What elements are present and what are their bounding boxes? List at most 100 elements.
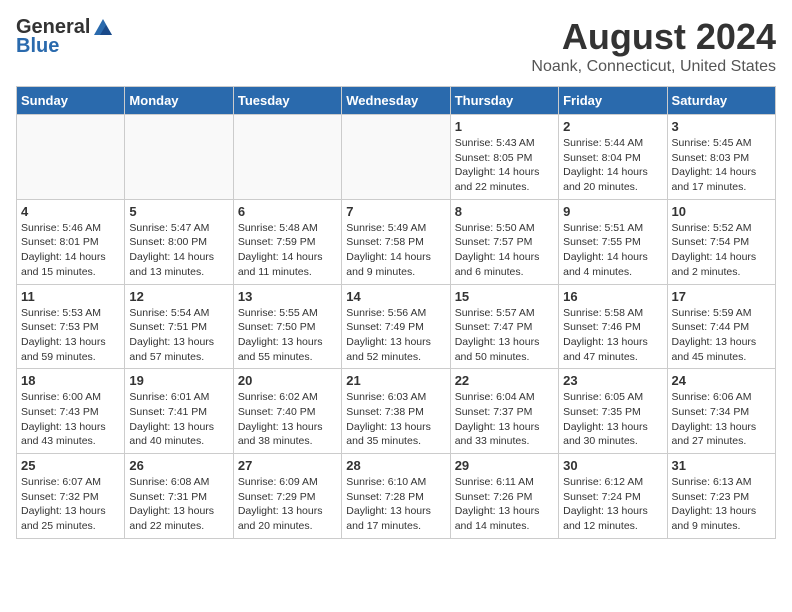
- calendar-cell: 11 Sunrise: 5:53 AM Sunset: 7:53 PM Dayli…: [17, 284, 125, 369]
- day-number: 1: [455, 119, 554, 134]
- day-number: 25: [21, 458, 120, 473]
- day-info: Sunrise: 5:52 AM Sunset: 7:54 PM Dayligh…: [672, 221, 771, 280]
- calendar-cell: 24Sunrise: 6:06 AM Sunset: 7:34 PM Dayli…: [667, 369, 775, 454]
- calendar-cell: 25 Sunrise: 6:07 AM Sunset: 7:32 PM Dayli…: [17, 454, 125, 539]
- day-number: 2: [563, 119, 662, 134]
- calendar-cell: 23 Sunrise: 6:05 AM Sunset: 7:35 PM Dayli…: [559, 369, 667, 454]
- calendar-cell: 7 Sunrise: 5:49 AM Sunset: 7:58 PM Daylig…: [342, 199, 450, 284]
- title-area: August 2024 Noank, Connecticut, United S…: [531, 16, 776, 76]
- day-info: Sunrise: 6:09 AM Sunset: 7:29 PM Dayligh…: [238, 475, 337, 534]
- day-info: Sunrise: 5:45 AM Sunset: 8:03 PM Dayligh…: [672, 136, 771, 195]
- day-info: Sunrise: 5:49 AM Sunset: 7:58 PM Dayligh…: [346, 221, 445, 280]
- day-info: Sunrise: 5:59 AM Sunset: 7:44 PM Dayligh…: [672, 306, 771, 365]
- day-number: 13: [238, 289, 337, 304]
- calendar-cell: 20 Sunrise: 6:02 AM Sunset: 7:40 PM Dayli…: [233, 369, 341, 454]
- day-number: 30: [563, 458, 662, 473]
- day-info: Sunrise: 6:01 AM Sunset: 7:41 PM Dayligh…: [129, 390, 228, 449]
- day-info: Sunrise: 5:57 AM Sunset: 7:47 PM Dayligh…: [455, 306, 554, 365]
- day-number: 15: [455, 289, 554, 304]
- day-info: Sunrise: 6:00 AM Sunset: 7:43 PM Dayligh…: [21, 390, 120, 449]
- day-number: 20: [238, 373, 337, 388]
- day-info: Sunrise: 5:50 AM Sunset: 7:57 PM Dayligh…: [455, 221, 554, 280]
- calendar-cell: 28Sunrise: 6:10 AM Sunset: 7:28 PM Dayli…: [342, 454, 450, 539]
- calendar-cell: 5 Sunrise: 5:47 AM Sunset: 8:00 PM Daylig…: [125, 199, 233, 284]
- logo: General Blue: [16, 16, 114, 58]
- day-number: 29: [455, 458, 554, 473]
- calendar-cell: 2Sunrise: 5:44 AM Sunset: 8:04 PM Daylig…: [559, 115, 667, 200]
- day-number: 10: [672, 204, 771, 219]
- day-number: 26: [129, 458, 228, 473]
- calendar-cell: [17, 115, 125, 200]
- day-info: Sunrise: 6:07 AM Sunset: 7:32 PM Dayligh…: [21, 475, 120, 534]
- calendar-cell: 15 Sunrise: 5:57 AM Sunset: 7:47 PM Dayli…: [450, 284, 558, 369]
- day-info: Sunrise: 5:47 AM Sunset: 8:00 PM Dayligh…: [129, 221, 228, 280]
- calendar-cell: 12 Sunrise: 5:54 AM Sunset: 7:51 PM Dayli…: [125, 284, 233, 369]
- weekday-header-thursday: Thursday: [450, 87, 558, 115]
- calendar-cell: 17Sunrise: 5:59 AM Sunset: 7:44 PM Dayli…: [667, 284, 775, 369]
- day-number: 5: [129, 204, 228, 219]
- calendar-cell: 16Sunrise: 5:58 AM Sunset: 7:46 PM Dayli…: [559, 284, 667, 369]
- location-title: Noank, Connecticut, United States: [531, 58, 776, 76]
- day-info: Sunrise: 5:54 AM Sunset: 7:51 PM Dayligh…: [129, 306, 228, 365]
- day-number: 19: [129, 373, 228, 388]
- day-number: 31: [672, 458, 771, 473]
- day-info: Sunrise: 5:46 AM Sunset: 8:01 PM Dayligh…: [21, 221, 120, 280]
- calendar-cell: 4Sunrise: 5:46 AM Sunset: 8:01 PM Daylig…: [17, 199, 125, 284]
- day-info: Sunrise: 5:48 AM Sunset: 7:59 PM Dayligh…: [238, 221, 337, 280]
- calendar-cell: 1 Sunrise: 5:43 AM Sunset: 8:05 PM Daylig…: [450, 115, 558, 200]
- day-number: 8: [455, 204, 554, 219]
- day-info: Sunrise: 6:05 AM Sunset: 7:35 PM Dayligh…: [563, 390, 662, 449]
- day-info: Sunrise: 6:10 AM Sunset: 7:28 PM Dayligh…: [346, 475, 445, 534]
- calendar-cell: 31Sunrise: 6:13 AM Sunset: 7:23 PM Dayli…: [667, 454, 775, 539]
- calendar-cell: 14 Sunrise: 5:56 AM Sunset: 7:49 PM Dayli…: [342, 284, 450, 369]
- day-number: 6: [238, 204, 337, 219]
- week-row-4: 18 Sunrise: 6:00 AM Sunset: 7:43 PM Dayli…: [17, 369, 776, 454]
- weekday-header-monday: Monday: [125, 87, 233, 115]
- day-info: Sunrise: 5:55 AM Sunset: 7:50 PM Dayligh…: [238, 306, 337, 365]
- week-row-1: 1 Sunrise: 5:43 AM Sunset: 8:05 PM Daylig…: [17, 115, 776, 200]
- day-number: 23: [563, 373, 662, 388]
- day-number: 22: [455, 373, 554, 388]
- calendar-cell: 9 Sunrise: 5:51 AM Sunset: 7:55 PM Daylig…: [559, 199, 667, 284]
- day-info: Sunrise: 5:53 AM Sunset: 7:53 PM Dayligh…: [21, 306, 120, 365]
- day-info: Sunrise: 6:11 AM Sunset: 7:26 PM Dayligh…: [455, 475, 554, 534]
- page-header: General Blue August 2024 Noank, Connecti…: [16, 16, 776, 76]
- calendar-cell: 30Sunrise: 6:12 AM Sunset: 7:24 PM Dayli…: [559, 454, 667, 539]
- weekday-header-row: SundayMondayTuesdayWednesdayThursdayFrid…: [17, 87, 776, 115]
- calendar-cell: 13 Sunrise: 5:55 AM Sunset: 7:50 PM Dayli…: [233, 284, 341, 369]
- calendar-cell: 6 Sunrise: 5:48 AM Sunset: 7:59 PM Daylig…: [233, 199, 341, 284]
- day-number: 14: [346, 289, 445, 304]
- day-number: 3: [672, 119, 771, 134]
- day-info: Sunrise: 5:56 AM Sunset: 7:49 PM Dayligh…: [346, 306, 445, 365]
- calendar-cell: 21Sunrise: 6:03 AM Sunset: 7:38 PM Dayli…: [342, 369, 450, 454]
- day-number: 27: [238, 458, 337, 473]
- day-info: Sunrise: 6:02 AM Sunset: 7:40 PM Dayligh…: [238, 390, 337, 449]
- day-info: Sunrise: 6:08 AM Sunset: 7:31 PM Dayligh…: [129, 475, 228, 534]
- month-title: August 2024: [531, 16, 776, 58]
- calendar-cell: 27 Sunrise: 6:09 AM Sunset: 7:29 PM Dayli…: [233, 454, 341, 539]
- calendar-cell: [342, 115, 450, 200]
- week-row-2: 4Sunrise: 5:46 AM Sunset: 8:01 PM Daylig…: [17, 199, 776, 284]
- day-number: 18: [21, 373, 120, 388]
- calendar-cell: 29 Sunrise: 6:11 AM Sunset: 7:26 PM Dayli…: [450, 454, 558, 539]
- week-row-3: 11 Sunrise: 5:53 AM Sunset: 7:53 PM Dayli…: [17, 284, 776, 369]
- day-number: 24: [672, 373, 771, 388]
- calendar-cell: 26 Sunrise: 6:08 AM Sunset: 7:31 PM Dayli…: [125, 454, 233, 539]
- calendar-cell: [125, 115, 233, 200]
- weekday-header-saturday: Saturday: [667, 87, 775, 115]
- day-number: 11: [21, 289, 120, 304]
- calendar-cell: 10 Sunrise: 5:52 AM Sunset: 7:54 PM Dayli…: [667, 199, 775, 284]
- day-info: Sunrise: 5:51 AM Sunset: 7:55 PM Dayligh…: [563, 221, 662, 280]
- calendar-table: SundayMondayTuesdayWednesdayThursdayFrid…: [16, 86, 776, 539]
- day-number: 7: [346, 204, 445, 219]
- day-number: 21: [346, 373, 445, 388]
- day-info: Sunrise: 5:43 AM Sunset: 8:05 PM Dayligh…: [455, 136, 554, 195]
- calendar-cell: 3 Sunrise: 5:45 AM Sunset: 8:03 PM Daylig…: [667, 115, 775, 200]
- week-row-5: 25 Sunrise: 6:07 AM Sunset: 7:32 PM Dayli…: [17, 454, 776, 539]
- calendar-cell: [233, 115, 341, 200]
- calendar-cell: 19 Sunrise: 6:01 AM Sunset: 7:41 PM Dayli…: [125, 369, 233, 454]
- day-number: 9: [563, 204, 662, 219]
- weekday-header-tuesday: Tuesday: [233, 87, 341, 115]
- day-info: Sunrise: 6:04 AM Sunset: 7:37 PM Dayligh…: [455, 390, 554, 449]
- day-number: 12: [129, 289, 228, 304]
